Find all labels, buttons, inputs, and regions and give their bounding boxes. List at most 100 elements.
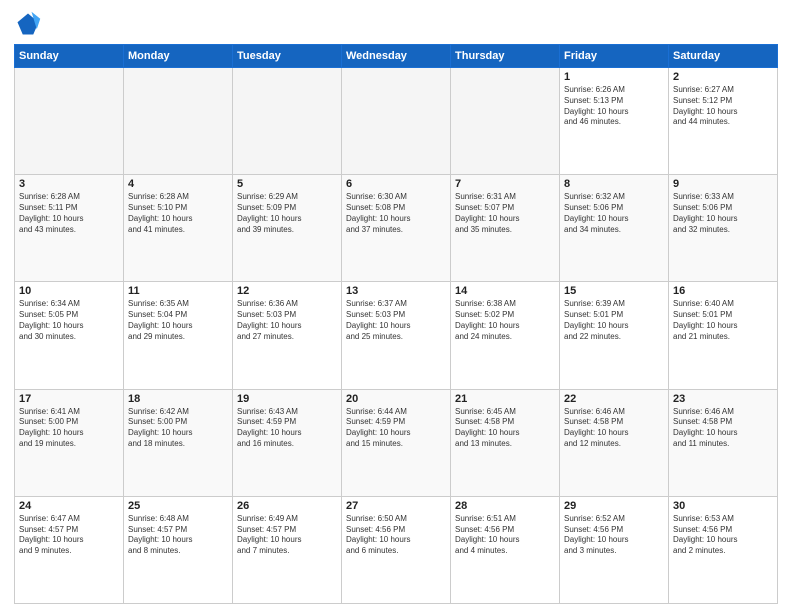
day-number: 12 [237, 285, 337, 297]
calendar-cell: 22 Sunrise: 6:46 AM Sunset: 4:58 PM Dayli… [560, 389, 669, 496]
calendar-header-wednesday: Wednesday [342, 45, 451, 68]
calendar-cell [15, 68, 124, 175]
calendar-cell: 20 Sunrise: 6:44 AM Sunset: 4:59 PM Dayli… [342, 389, 451, 496]
calendar-cell: 23Sunrise: 6:46 AM Sunset: 4:58 PM Dayli… [669, 389, 778, 496]
calendar-cell [342, 68, 451, 175]
calendar-cell [451, 68, 560, 175]
day-info: Sunrise: 6:43 AM Sunset: 4:59 PM Dayligh… [237, 407, 337, 450]
day-number: 29 [564, 500, 664, 512]
calendar-header-monday: Monday [124, 45, 233, 68]
day-info: Sunrise: 6:50 AM Sunset: 4:56 PM Dayligh… [346, 514, 446, 557]
day-number: 22 [564, 393, 664, 405]
calendar-header-thursday: Thursday [451, 45, 560, 68]
day-info: Sunrise: 6:48 AM Sunset: 4:57 PM Dayligh… [128, 514, 228, 557]
calendar-cell: 16 Sunrise: 6:40 AM Sunset: 5:01 PM Dayli… [669, 282, 778, 389]
day-info: Sunrise: 6:34 AM Sunset: 5:05 PM Dayligh… [19, 299, 119, 342]
header [14, 10, 778, 38]
day-number: 27 [346, 500, 446, 512]
day-info: Sunrise: 6:29 AM Sunset: 5:09 PM Dayligh… [237, 192, 337, 235]
calendar-cell: 17 Sunrise: 6:41 AM Sunset: 5:00 PM Dayli… [15, 389, 124, 496]
day-info: Sunrise: 6:33 AM Sunset: 5:06 PM Dayligh… [673, 192, 773, 235]
day-info: Sunrise: 6:35 AM Sunset: 5:04 PM Dayligh… [128, 299, 228, 342]
calendar-cell: 26 Sunrise: 6:49 AM Sunset: 4:57 PM Dayli… [233, 496, 342, 603]
calendar-header-friday: Friday [560, 45, 669, 68]
calendar-cell: 11 Sunrise: 6:35 AM Sunset: 5:04 PM Dayli… [124, 282, 233, 389]
day-info: Sunrise: 6:28 AM Sunset: 5:10 PM Dayligh… [128, 192, 228, 235]
calendar-week-3: 10 Sunrise: 6:34 AM Sunset: 5:05 PM Dayli… [15, 282, 778, 389]
calendar-week-4: 17 Sunrise: 6:41 AM Sunset: 5:00 PM Dayli… [15, 389, 778, 496]
calendar-cell: 4 Sunrise: 6:28 AM Sunset: 5:10 PM Daylig… [124, 175, 233, 282]
day-info: Sunrise: 6:27 AM Sunset: 5:12 PM Dayligh… [673, 85, 773, 128]
calendar-week-2: 3 Sunrise: 6:28 AM Sunset: 5:11 PM Daylig… [15, 175, 778, 282]
calendar-header-saturday: Saturday [669, 45, 778, 68]
day-info: Sunrise: 6:30 AM Sunset: 5:08 PM Dayligh… [346, 192, 446, 235]
calendar-cell: 10 Sunrise: 6:34 AM Sunset: 5:05 PM Dayli… [15, 282, 124, 389]
calendar-cell: 6Sunrise: 6:30 AM Sunset: 5:08 PM Daylig… [342, 175, 451, 282]
day-number: 8 [564, 178, 664, 190]
calendar-cell: 29Sunrise: 6:52 AM Sunset: 4:56 PM Dayli… [560, 496, 669, 603]
day-info: Sunrise: 6:46 AM Sunset: 4:58 PM Dayligh… [564, 407, 664, 450]
day-number: 5 [237, 178, 337, 190]
calendar-cell: 28Sunrise: 6:51 AM Sunset: 4:56 PM Dayli… [451, 496, 560, 603]
day-number: 19 [237, 393, 337, 405]
day-number: 15 [564, 285, 664, 297]
calendar-cell: 1Sunrise: 6:26 AM Sunset: 5:13 PM Daylig… [560, 68, 669, 175]
day-info: Sunrise: 6:49 AM Sunset: 4:57 PM Dayligh… [237, 514, 337, 557]
day-number: 17 [19, 393, 119, 405]
calendar-cell: 30 Sunrise: 6:53 AM Sunset: 4:56 PM Dayli… [669, 496, 778, 603]
calendar-cell: 27 Sunrise: 6:50 AM Sunset: 4:56 PM Dayli… [342, 496, 451, 603]
day-number: 28 [455, 500, 555, 512]
day-info: Sunrise: 6:39 AM Sunset: 5:01 PM Dayligh… [564, 299, 664, 342]
calendar-cell: 25 Sunrise: 6:48 AM Sunset: 4:57 PM Dayli… [124, 496, 233, 603]
calendar-week-1: 1Sunrise: 6:26 AM Sunset: 5:13 PM Daylig… [15, 68, 778, 175]
calendar-header-row: SundayMondayTuesdayWednesdayThursdayFrid… [15, 45, 778, 68]
calendar-cell: 15 Sunrise: 6:39 AM Sunset: 5:01 PM Dayli… [560, 282, 669, 389]
page: SundayMondayTuesdayWednesdayThursdayFrid… [0, 0, 792, 612]
calendar-cell: 8Sunrise: 6:32 AM Sunset: 5:06 PM Daylig… [560, 175, 669, 282]
day-number: 4 [128, 178, 228, 190]
day-info: Sunrise: 6:44 AM Sunset: 4:59 PM Dayligh… [346, 407, 446, 450]
calendar-header-sunday: Sunday [15, 45, 124, 68]
calendar-cell [124, 68, 233, 175]
day-number: 21 [455, 393, 555, 405]
day-info: Sunrise: 6:53 AM Sunset: 4:56 PM Dayligh… [673, 514, 773, 557]
day-info: Sunrise: 6:36 AM Sunset: 5:03 PM Dayligh… [237, 299, 337, 342]
day-number: 10 [19, 285, 119, 297]
day-info: Sunrise: 6:42 AM Sunset: 5:00 PM Dayligh… [128, 407, 228, 450]
day-number: 20 [346, 393, 446, 405]
day-info: Sunrise: 6:31 AM Sunset: 5:07 PM Dayligh… [455, 192, 555, 235]
calendar-cell: 21 Sunrise: 6:45 AM Sunset: 4:58 PM Dayli… [451, 389, 560, 496]
calendar-week-5: 24 Sunrise: 6:47 AM Sunset: 4:57 PM Dayli… [15, 496, 778, 603]
day-info: Sunrise: 6:26 AM Sunset: 5:13 PM Dayligh… [564, 85, 664, 128]
day-info: Sunrise: 6:45 AM Sunset: 4:58 PM Dayligh… [455, 407, 555, 450]
day-info: Sunrise: 6:37 AM Sunset: 5:03 PM Dayligh… [346, 299, 446, 342]
day-number: 18 [128, 393, 228, 405]
day-info: Sunrise: 6:38 AM Sunset: 5:02 PM Dayligh… [455, 299, 555, 342]
calendar-cell: 13 Sunrise: 6:37 AM Sunset: 5:03 PM Dayli… [342, 282, 451, 389]
day-info: Sunrise: 6:41 AM Sunset: 5:00 PM Dayligh… [19, 407, 119, 450]
calendar-header-tuesday: Tuesday [233, 45, 342, 68]
day-number: 3 [19, 178, 119, 190]
day-info: Sunrise: 6:40 AM Sunset: 5:01 PM Dayligh… [673, 299, 773, 342]
day-number: 16 [673, 285, 773, 297]
day-info: Sunrise: 6:28 AM Sunset: 5:11 PM Dayligh… [19, 192, 119, 235]
calendar-cell: 12 Sunrise: 6:36 AM Sunset: 5:03 PM Dayli… [233, 282, 342, 389]
calendar-cell: 14Sunrise: 6:38 AM Sunset: 5:02 PM Dayli… [451, 282, 560, 389]
day-info: Sunrise: 6:47 AM Sunset: 4:57 PM Dayligh… [19, 514, 119, 557]
calendar-cell: 24 Sunrise: 6:47 AM Sunset: 4:57 PM Dayli… [15, 496, 124, 603]
calendar-cell: 7 Sunrise: 6:31 AM Sunset: 5:07 PM Daylig… [451, 175, 560, 282]
calendar-cell: 9 Sunrise: 6:33 AM Sunset: 5:06 PM Daylig… [669, 175, 778, 282]
day-number: 7 [455, 178, 555, 190]
day-number: 25 [128, 500, 228, 512]
day-number: 30 [673, 500, 773, 512]
day-number: 11 [128, 285, 228, 297]
calendar-cell: 18 Sunrise: 6:42 AM Sunset: 5:00 PM Dayli… [124, 389, 233, 496]
day-number: 26 [237, 500, 337, 512]
day-number: 24 [19, 500, 119, 512]
day-number: 13 [346, 285, 446, 297]
logo [14, 10, 46, 38]
calendar-cell: 19 Sunrise: 6:43 AM Sunset: 4:59 PM Dayli… [233, 389, 342, 496]
calendar-table: SundayMondayTuesdayWednesdayThursdayFrid… [14, 44, 778, 604]
day-number: 9 [673, 178, 773, 190]
calendar-cell: 5 Sunrise: 6:29 AM Sunset: 5:09 PM Daylig… [233, 175, 342, 282]
